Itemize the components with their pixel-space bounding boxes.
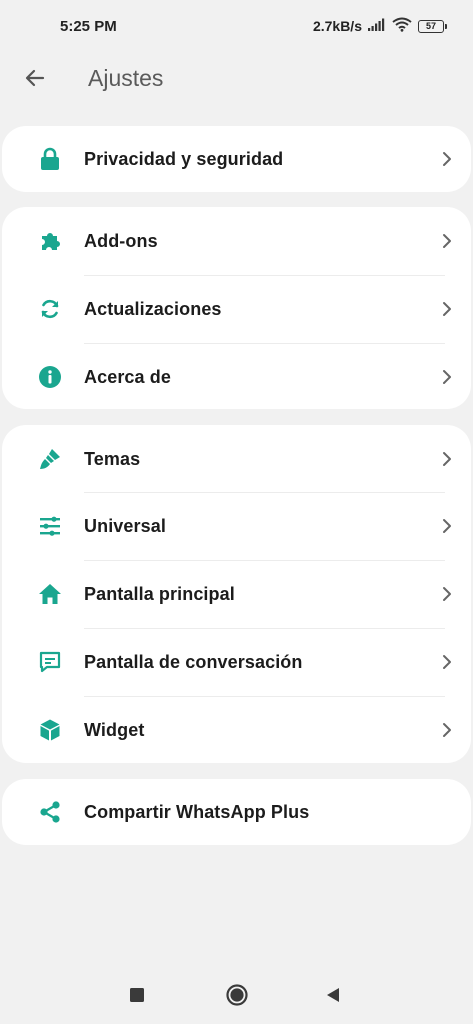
recents-square-icon: [130, 988, 144, 1002]
settings-group-app: Add-ons Actualizaciones Acerca de: [2, 207, 471, 409]
wifi-icon: [392, 17, 412, 35]
home-icon: [38, 582, 62, 606]
settings-item-themes[interactable]: Temas: [2, 425, 471, 493]
sync-icon: [38, 297, 62, 321]
settings-item-label: Actualizaciones: [84, 299, 222, 319]
chevron-right-icon: [443, 152, 451, 166]
chevron-right-icon: [443, 655, 451, 669]
system-back-button[interactable]: [324, 986, 342, 1004]
chevron-right-icon: [443, 302, 451, 316]
sliders-icon: [38, 514, 62, 538]
settings-group-share: Compartir WhatsApp Plus: [2, 779, 471, 845]
chevron-right-icon: [443, 234, 451, 248]
chevron-right-icon: [443, 452, 451, 466]
info-icon: [38, 365, 62, 389]
app-bar: Ajustes: [0, 56, 473, 102]
cube-icon: [38, 718, 62, 742]
settings-item-label: Privacidad y seguridad: [84, 149, 284, 169]
page-title: Ajustes: [88, 65, 164, 91]
settings-item-widget[interactable]: Widget: [2, 696, 471, 764]
chat-icon: [38, 650, 62, 674]
status-bar: 5:25 PM 2.7kB/s 57: [0, 0, 473, 56]
settings-item-label: Widget: [84, 720, 145, 740]
settings-item-home-screen[interactable]: Pantalla principal: [2, 560, 471, 628]
share-icon: [38, 800, 62, 824]
status-icons: 2.7kB/s 57: [313, 17, 447, 35]
status-time: 5:25 PM: [60, 18, 117, 35]
settings-group-privacy: Privacidad y seguridad: [2, 126, 471, 192]
puzzle-icon: [38, 229, 62, 253]
settings-item-about[interactable]: Acerca de: [2, 343, 471, 411]
back-triangle-icon: [327, 988, 339, 1002]
lock-icon: [38, 147, 62, 171]
settings-item-label: Compartir WhatsApp Plus: [84, 802, 310, 822]
signal-icon: [368, 18, 386, 34]
chevron-right-icon: [443, 370, 451, 384]
home-button[interactable]: [225, 983, 249, 1007]
recents-button[interactable]: [129, 987, 145, 1003]
network-speed: 2.7kB/s: [312, 18, 362, 34]
settings-group-appearance: Temas Universal Pantalla principal Panta…: [2, 425, 471, 763]
settings-item-label: Temas: [84, 449, 141, 469]
settings-item-universal[interactable]: Universal: [2, 492, 471, 560]
settings-item-label: Acerca de: [84, 367, 171, 387]
settings-item-privacy[interactable]: Privacidad y seguridad: [2, 125, 471, 193]
system-nav-bar: [0, 966, 473, 1024]
battery-level: 57: [418, 19, 444, 33]
settings-item-conversation-screen[interactable]: Pantalla de conversación: [2, 628, 471, 696]
settings-item-label: Pantalla principal: [84, 584, 235, 604]
settings-item-label: Universal: [84, 516, 166, 536]
home-circle-icon: [226, 984, 248, 1006]
chevron-right-icon: [443, 519, 451, 533]
settings-item-label: Add-ons: [84, 231, 158, 251]
battery-icon: 57: [418, 19, 447, 33]
chevron-right-icon: [443, 723, 451, 737]
paint-brush-icon: [38, 447, 62, 471]
settings-item-updates[interactable]: Actualizaciones: [2, 275, 471, 343]
settings-item-addons[interactable]: Add-ons: [2, 207, 471, 275]
settings-item-share[interactable]: Compartir WhatsApp Plus: [2, 778, 471, 846]
back-button[interactable]: [20, 63, 50, 93]
arrow-back-icon: [25, 69, 45, 87]
settings-item-label: Pantalla de conversación: [84, 652, 303, 672]
chevron-right-icon: [443, 587, 451, 601]
